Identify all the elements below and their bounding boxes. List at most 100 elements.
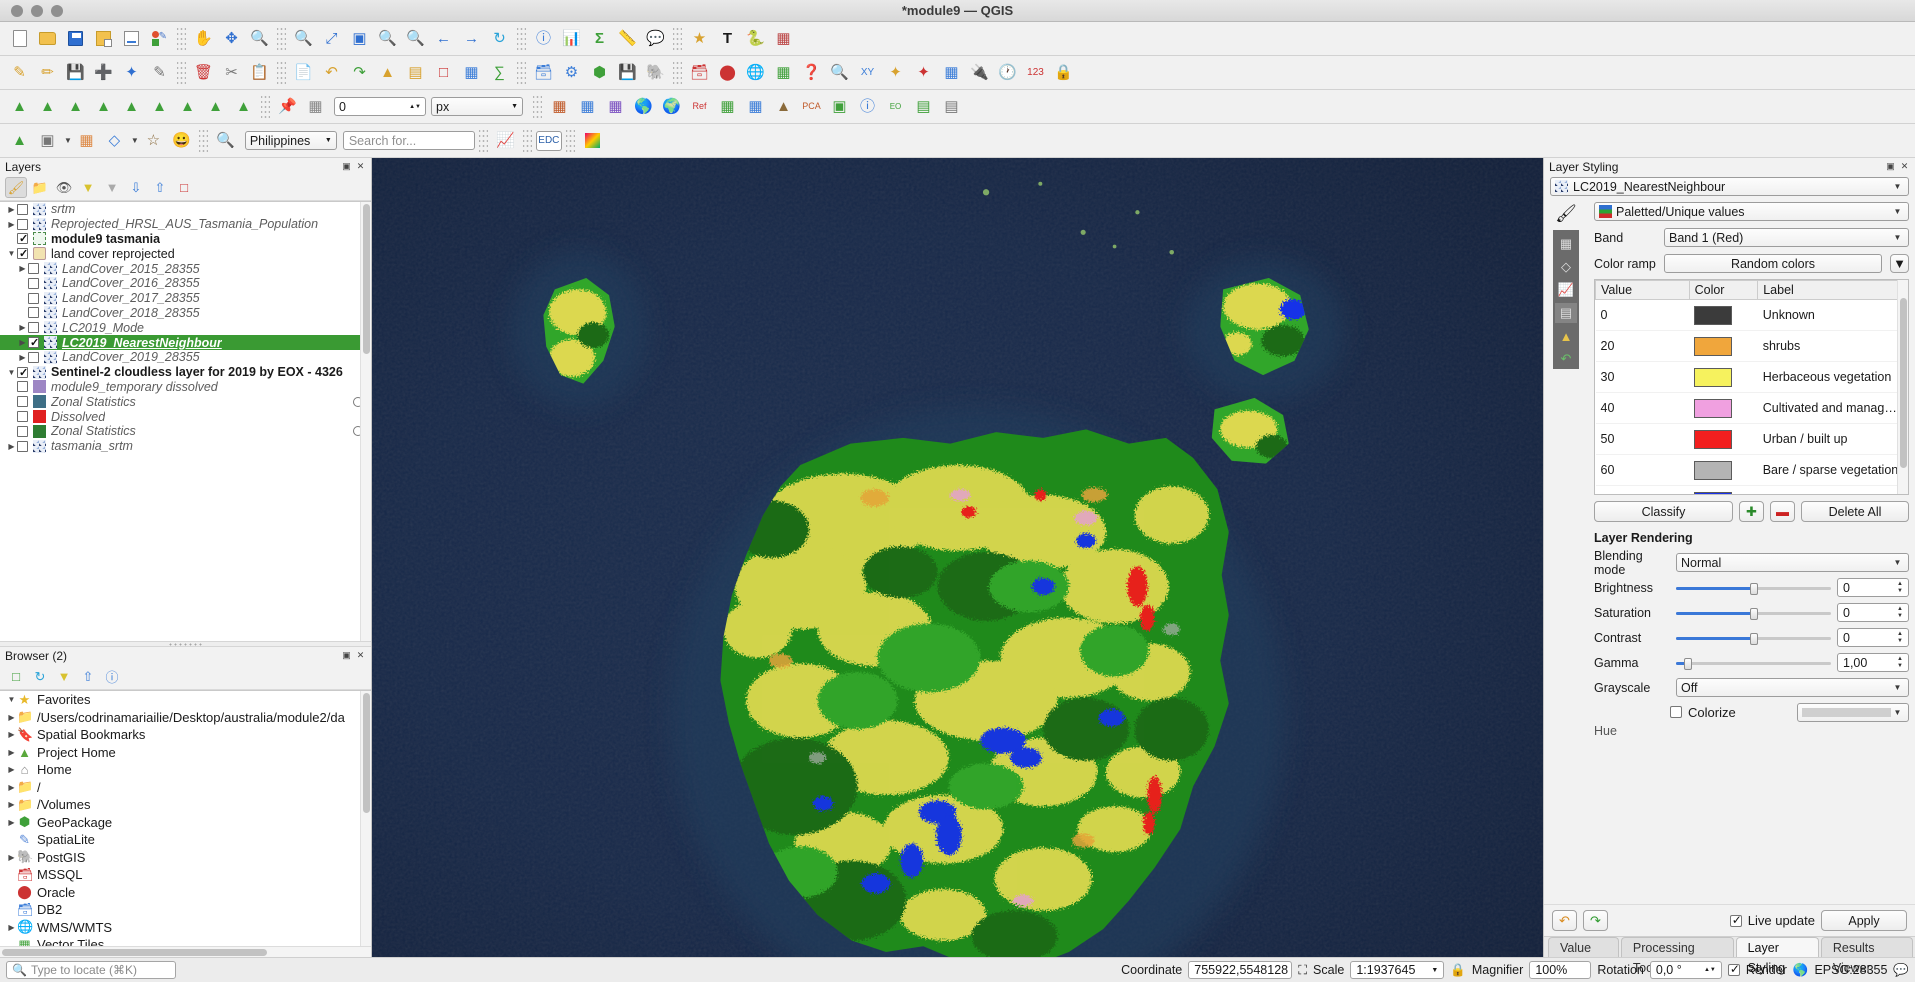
browser-tree-item[interactable]: ▲ Project Home <box>0 744 371 762</box>
classification-row[interactable]: 80 Permanent water bodies <box>1595 485 1908 494</box>
colorize-color-button[interactable]: ▼ <box>1797 702 1909 722</box>
window-controls[interactable] <box>0 4 63 17</box>
color-ramp-combo[interactable]: Random colors <box>1664 254 1882 273</box>
layer-tree-item[interactable]: module9_temporary dissolved <box>0 380 371 395</box>
histogram-icon[interactable]: ▲ <box>6 93 33 120</box>
browser-tree[interactable]: ★Favorites📁/Users/codrinamariailie/Deskt… <box>0 690 371 946</box>
spatialite-icon[interactable]: 💾 <box>614 59 641 86</box>
classification-buttons[interactable]: Classify ✚ ▬ Delete All <box>1594 501 1909 522</box>
oracle-icon[interactable]: ⬤ <box>714 59 741 86</box>
scale-combo[interactable]: 1:1937645 ▼ <box>1350 961 1445 979</box>
snap-grid-icon[interactable]: ▦ <box>302 93 329 120</box>
crs-icon[interactable]: 🌎 <box>1793 963 1809 978</box>
layer-visibility-checkbox[interactable] <box>28 263 39 275</box>
remove-selected-icon[interactable]: ▬ <box>1770 501 1795 522</box>
contrast-slider[interactable] <box>1676 630 1831 646</box>
zoom-to-selection-icon[interactable]: 🔍 <box>374 25 401 52</box>
classification-row[interactable]: 60 Bare / sparse vegetation <box>1595 454 1908 486</box>
undo-icon[interactable]: ↶ <box>1552 910 1577 931</box>
refresh-icon[interactable]: ↻ <box>486 25 513 52</box>
offset-pin-icon[interactable]: 📌 <box>274 93 301 120</box>
colorize-checkbox[interactable] <box>1670 706 1682 718</box>
histogram6-icon[interactable]: ▲ <box>146 93 173 120</box>
grayscale-combo[interactable]: Off ▼ <box>1676 678 1909 697</box>
eo-icon[interactable]: EO <box>882 93 909 120</box>
identify-features-icon[interactable]: ⓘ <box>530 25 557 52</box>
xy-tool-icon[interactable]: XY <box>854 59 881 86</box>
semi-automatic-icon[interactable]: ▣ <box>826 93 853 120</box>
help-icon[interactable]: ❓ <box>798 59 825 86</box>
info-icon[interactable]: ⓘ <box>854 93 881 120</box>
class-color-cell[interactable] <box>1689 392 1758 424</box>
browser-tree-item[interactable]: ⌂ Home <box>0 761 371 779</box>
renderer-combo[interactable]: Paletted/Unique values ▼ <box>1594 202 1909 221</box>
layer-visibility-checkbox[interactable] <box>17 366 28 379</box>
delete-all-button[interactable]: Delete All <box>1801 501 1909 522</box>
layer-visibility-checkbox[interactable] <box>17 218 28 230</box>
classification-row[interactable]: 0 Unknown <box>1595 299 1908 331</box>
classification-scrollbar[interactable] <box>1897 280 1908 494</box>
histogram2-icon[interactable]: ▲ <box>34 93 61 120</box>
color-ramp-menu-button[interactable]: ▼ <box>1890 254 1909 273</box>
color-swatch[interactable] <box>1694 367 1733 387</box>
browser-tree-item[interactable]: ⬢ GeoPackage <box>0 814 371 832</box>
class-label[interactable]: Urban / built up <box>1757 423 1908 455</box>
deselect-icon[interactable]: □ <box>430 59 457 86</box>
right-dock-tabs[interactable]: Value ToolProcessing ToolboxLayer Stylin… <box>1544 936 1915 975</box>
layer-visibility-checkbox[interactable] <box>17 411 28 423</box>
classify-button[interactable]: Classify <box>1594 501 1733 522</box>
layers-tree[interactable]: srtmReprojected_HRSL_AUS_Tasmania_Popula… <box>0 201 371 641</box>
spinner-arrows-icon[interactable]: ▲▼ <box>1893 579 1907 596</box>
layers-panel-undock-button[interactable]: ▣ <box>341 161 352 172</box>
project-toolbar[interactable]: ✎ ✋ ✥ 🔍 🔍 ⤢ ▣ 🔍 🔍 ← → ↻ ⓘ 📊 Σ 📏 💬 ★ T 🐍 ▦ <box>0 22 1915 56</box>
collapse-all-button[interactable]: ⇧ <box>149 177 171 198</box>
save-project-icon[interactable] <box>62 25 89 52</box>
classification-row[interactable]: 40 Cultivated and managed veg... <box>1595 392 1908 424</box>
toggle-editing-icon[interactable]: ✏ <box>34 59 61 86</box>
classification-row[interactable]: 30 Herbaceous vegetation <box>1595 361 1908 393</box>
saturation-spinbox[interactable]: 0 ▲ ▼ <box>1837 603 1909 622</box>
class-label[interactable]: Bare / sparse vegetation <box>1757 454 1908 486</box>
saturation-slider[interactable] <box>1676 605 1831 621</box>
browser-tree-item[interactable]: 🗃 MSSQL <box>0 866 371 884</box>
classification-row[interactable]: 20 shrubs <box>1595 330 1908 362</box>
layer-tree-item[interactable]: LandCover_2015_28355 <box>0 261 371 276</box>
add-vector-layer-icon[interactable]: ▲ <box>6 127 33 154</box>
expand-collapse-arrow-icon[interactable] <box>17 323 28 332</box>
browser-tree-item[interactable]: 🗃 DB2 <box>0 901 371 919</box>
column-header-value[interactable]: Value <box>1595 280 1690 300</box>
raster-clip-icon[interactable]: ▦ <box>602 93 629 120</box>
spinner-arrows-icon[interactable]: ▲▼ <box>1893 654 1907 671</box>
color-swatch[interactable] <box>1694 460 1733 480</box>
units-combo[interactable]: px ▼ <box>431 97 523 116</box>
chevron-down-icon[interactable]: ▼ <box>64 136 72 145</box>
postgis-icon[interactable]: 🐘 <box>642 59 669 86</box>
undo-icon[interactable]: ↶ <box>318 59 345 86</box>
delete-selected-icon[interactable]: 🗑 <box>190 59 217 86</box>
redo-icon[interactable]: ↷ <box>346 59 373 86</box>
db-manager-icon[interactable]: 🗃 <box>530 59 557 86</box>
class-label[interactable]: Herbaceous vegetation <box>1757 361 1908 393</box>
expand-collapse-arrow-icon[interactable] <box>6 800 17 809</box>
histogram4-icon[interactable]: ▲ <box>90 93 117 120</box>
browser-tree-item[interactable]: ▦ Vector Tiles <box>0 936 371 946</box>
layer-visibility-checkbox[interactable] <box>28 351 39 363</box>
rotation-field[interactable]: 0,0 ° ▲▼ <box>1649 961 1722 979</box>
browser-tree-item[interactable]: 📁/Users/codrinamariailie/Desktop/austral… <box>0 709 371 727</box>
add-raster-layer-icon[interactable]: ▣ <box>34 127 61 154</box>
qneat-icon[interactable]: ▤ <box>910 93 937 120</box>
expand-collapse-arrow-icon[interactable] <box>6 205 17 214</box>
histogram9-icon[interactable]: ▲ <box>230 93 257 120</box>
column-header-color[interactable]: Color <box>1688 280 1759 300</box>
digitizing-toolbar[interactable]: ✎ ✏ 💾 ➕ ✦ ✎ 🗑 ✂ 📋 📄 ↶ ↷ ▲ ▤ □ ▦ ∑ 🗃 ⚙ ⬢ 💾 🐘 🗃 ⬤ 🌐 ▦ ❓ 🔍 XY ✦ ✦ ▦ 🔌 🕐 123 🔒 <box>0 56 1915 90</box>
class-label[interactable]: Permanent water bodies <box>1757 485 1908 494</box>
class-value[interactable]: 50 <box>1595 423 1690 455</box>
layer-styling-undock-button[interactable]: ▣ <box>1885 161 1896 172</box>
temporal-controller-icon[interactable]: 🕐 <box>994 59 1021 86</box>
search-icon[interactable]: 🔍 <box>212 127 239 154</box>
python-console-icon[interactable]: 🐍 <box>742 25 769 52</box>
add-feature-icon[interactable]: ➕ <box>90 59 117 86</box>
layer-tree-item[interactable]: LandCover_2018_28355 <box>0 306 371 321</box>
class-value[interactable]: 30 <box>1595 361 1690 393</box>
class-value[interactable]: 20 <box>1595 330 1690 362</box>
